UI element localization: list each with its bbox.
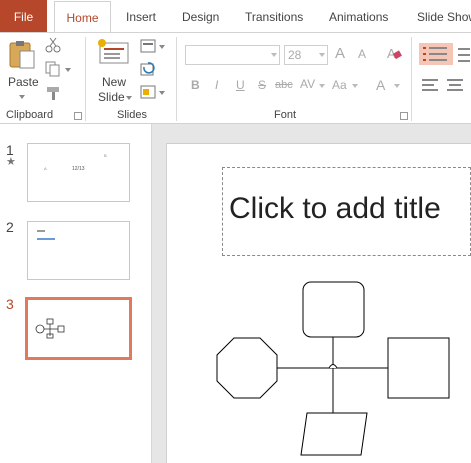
font-launcher-icon[interactable] xyxy=(400,112,408,120)
underline-button[interactable]: U xyxy=(236,78,245,92)
layout-dropdown-icon[interactable] xyxy=(159,45,165,49)
slide-number: 2 xyxy=(6,219,14,235)
thumb-body-line xyxy=(37,238,55,240)
cut-icon[interactable] xyxy=(45,37,61,53)
font-group-label: Font xyxy=(274,109,297,121)
tab-file[interactable]: File xyxy=(0,0,47,32)
character-spacing-dropdown-icon[interactable] xyxy=(319,84,325,88)
shrink-font-button[interactable]: A xyxy=(358,47,366,61)
thumb-text: 12/13 xyxy=(72,166,85,172)
section-icon[interactable] xyxy=(140,85,156,99)
thumb-diagram xyxy=(35,318,65,339)
strikethrough-button[interactable]: S xyxy=(258,78,266,92)
font-name-dropdown-icon[interactable] xyxy=(271,53,277,57)
font-size-combobox[interactable]: 28 xyxy=(284,45,328,65)
square-shape[interactable] xyxy=(387,337,450,399)
ribbon-tab-bar: File Home Insert Design Transitions Anim… xyxy=(0,0,471,32)
tab-home[interactable]: Home xyxy=(54,1,111,32)
group-divider xyxy=(85,37,86,121)
slides-group-label: Slides xyxy=(117,109,147,121)
paste-dropdown-icon[interactable] xyxy=(19,95,25,99)
slide-thumbnail-2[interactable] xyxy=(27,221,130,280)
paste-button[interactable] xyxy=(6,39,38,71)
thumb-title-line xyxy=(37,230,45,232)
numbering-icon[interactable] xyxy=(456,45,471,63)
font-size-value: 28 xyxy=(288,48,302,62)
connector-crossing xyxy=(328,364,338,369)
change-case-button[interactable]: Aa xyxy=(332,78,347,92)
copy-dropdown-icon[interactable] xyxy=(65,68,71,72)
font-color-dropdown-icon[interactable] xyxy=(394,84,400,88)
section-dropdown-icon[interactable] xyxy=(159,91,165,95)
tab-animations[interactable]: Animations xyxy=(329,0,388,32)
align-center-icon[interactable] xyxy=(446,77,466,93)
copy-icon[interactable] xyxy=(45,61,63,77)
clipboard-icon xyxy=(9,41,35,69)
slide-thumbnail-pane: 1 ★ A 12/13 B 2 3 xyxy=(0,124,152,463)
ribbon: Paste Clipboard New Slide Slides 28 A A … xyxy=(0,32,471,124)
title-placeholder[interactable]: Click to add title xyxy=(222,167,471,256)
bold-button[interactable]: B xyxy=(191,78,200,92)
slide-thumbnail-3[interactable] xyxy=(25,297,132,360)
thumb-text: B xyxy=(104,153,107,158)
new-slide-dropdown-icon[interactable] xyxy=(126,96,132,100)
title-placeholder-text: Click to add title xyxy=(229,192,441,225)
paste-label[interactable]: Paste xyxy=(8,75,39,89)
font-color-button[interactable]: A xyxy=(376,77,385,93)
tab-insert[interactable]: Insert xyxy=(126,0,156,32)
grow-font-button[interactable]: A xyxy=(335,45,345,62)
format-painter-icon[interactable] xyxy=(45,85,63,101)
new-slide-icon[interactable] xyxy=(98,39,132,67)
thumb-text: A xyxy=(44,166,47,171)
new-slide-label[interactable]: New xyxy=(102,75,126,89)
clipboard-group-label: Clipboard xyxy=(6,109,54,121)
layout-icon[interactable] xyxy=(140,39,156,53)
clipboard-launcher-icon[interactable] xyxy=(74,112,82,120)
font-size-dropdown-icon[interactable] xyxy=(319,53,325,57)
tab-slide-show[interactable]: Slide Show xyxy=(417,0,471,32)
tab-transitions[interactable]: Transitions xyxy=(245,0,303,32)
change-case-dropdown-icon[interactable] xyxy=(352,84,358,88)
slide-number: 3 xyxy=(6,296,14,312)
parallelogram-shape[interactable] xyxy=(300,412,368,456)
tab-design[interactable]: Design xyxy=(182,0,219,32)
align-left-icon[interactable] xyxy=(421,77,441,93)
slide-thumbnail-1[interactable]: A 12/13 B xyxy=(27,143,130,202)
bullets-icon[interactable] xyxy=(419,43,453,65)
group-divider xyxy=(176,37,177,121)
reset-icon[interactable] xyxy=(140,61,156,77)
new-slide-label-line2[interactable]: Slide xyxy=(98,90,125,104)
animation-star-icon: ★ xyxy=(6,156,16,168)
italic-button[interactable]: I xyxy=(215,78,218,92)
character-spacing-button[interactable]: AV xyxy=(300,77,315,91)
rounded-rectangle-shape[interactable] xyxy=(302,281,365,338)
slide-diagram xyxy=(216,281,450,456)
octagon-shape[interactable] xyxy=(216,337,278,399)
clear-formatting-icon[interactable]: A xyxy=(386,45,402,61)
group-divider xyxy=(411,37,412,121)
shadow-button[interactable]: abc xyxy=(275,79,293,91)
font-name-combobox[interactable] xyxy=(185,45,280,65)
